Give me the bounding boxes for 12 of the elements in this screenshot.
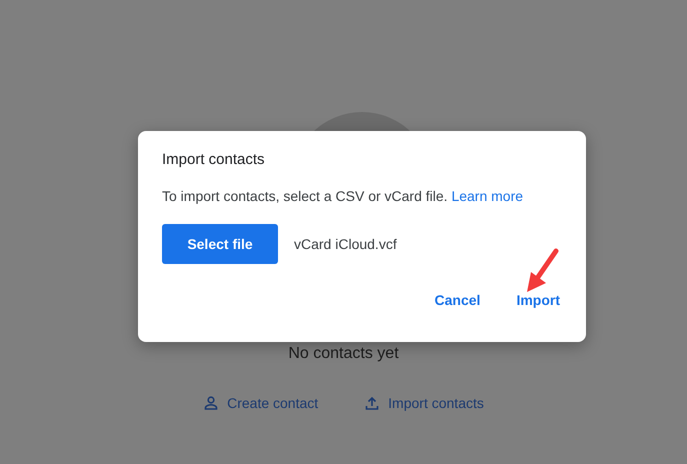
dialog-title: Import contacts xyxy=(162,151,266,168)
cancel-button[interactable]: Cancel xyxy=(426,286,488,314)
action-link[interactable]: Import contacts xyxy=(364,395,484,411)
learn-more-link[interactable]: Learn more xyxy=(451,188,524,204)
import-button[interactable]: Import xyxy=(508,286,568,314)
dialog-description: To import contacts, select a CSV or vCard file. Learn more xyxy=(162,188,524,204)
select-file-button[interactable]: Select file xyxy=(162,224,278,264)
empty-message: No contacts yet xyxy=(288,345,399,363)
action-label: Create contact xyxy=(227,395,318,411)
file-name: vCard iCloud.vcf xyxy=(294,236,397,252)
action-link[interactable]: Create contact xyxy=(203,395,318,411)
action-label: Import contacts xyxy=(388,395,484,411)
